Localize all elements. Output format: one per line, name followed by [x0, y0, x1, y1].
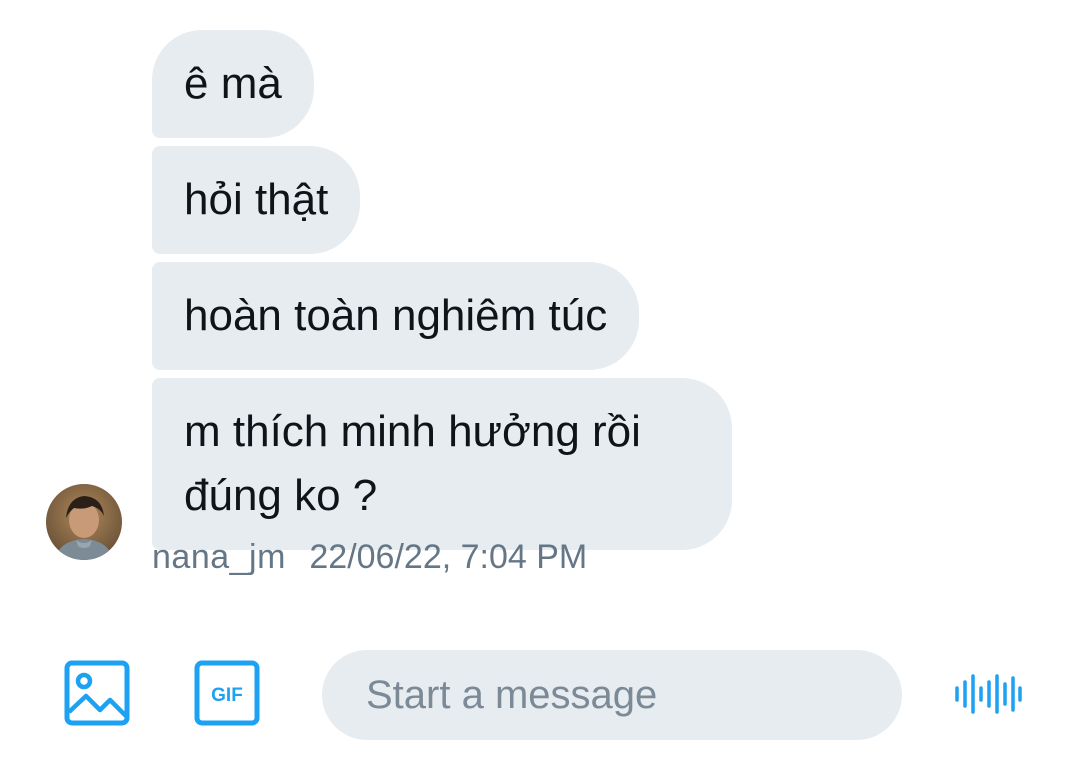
user-avatar-icon: [46, 484, 122, 560]
image-icon[interactable]: [64, 660, 130, 726]
message-text: ê mà: [184, 59, 282, 108]
message-bubble[interactable]: hỏi thật: [152, 146, 361, 254]
voice-waveform-icon[interactable]: [954, 674, 1022, 714]
message-text: m thích minh hưởng rồi đúng ko ?: [184, 407, 641, 520]
message-bubble[interactable]: m thích minh hưởng rồi đúng ko ?: [152, 378, 732, 550]
avatar[interactable]: [46, 484, 122, 560]
message-bubble[interactable]: ê mà: [152, 30, 314, 138]
message-thread: ê mà hỏi thật hoàn toàn nghiêm túc m thí…: [152, 30, 732, 558]
message-text: hỏi thật: [184, 175, 329, 224]
sender-username[interactable]: nana_jm: [152, 538, 286, 576]
gif-label: GIF: [211, 685, 243, 706]
message-text: hoàn toàn nghiêm túc: [184, 291, 608, 340]
message-input[interactable]: [322, 650, 902, 740]
message-meta: nana_jm 22/06/22, 7:04 PM: [152, 538, 587, 577]
message-bubble[interactable]: hoàn toàn nghiêm túc: [152, 262, 640, 370]
message-timestamp: 22/06/22, 7:04 PM: [309, 538, 588, 576]
gif-icon[interactable]: GIF: [194, 660, 260, 726]
